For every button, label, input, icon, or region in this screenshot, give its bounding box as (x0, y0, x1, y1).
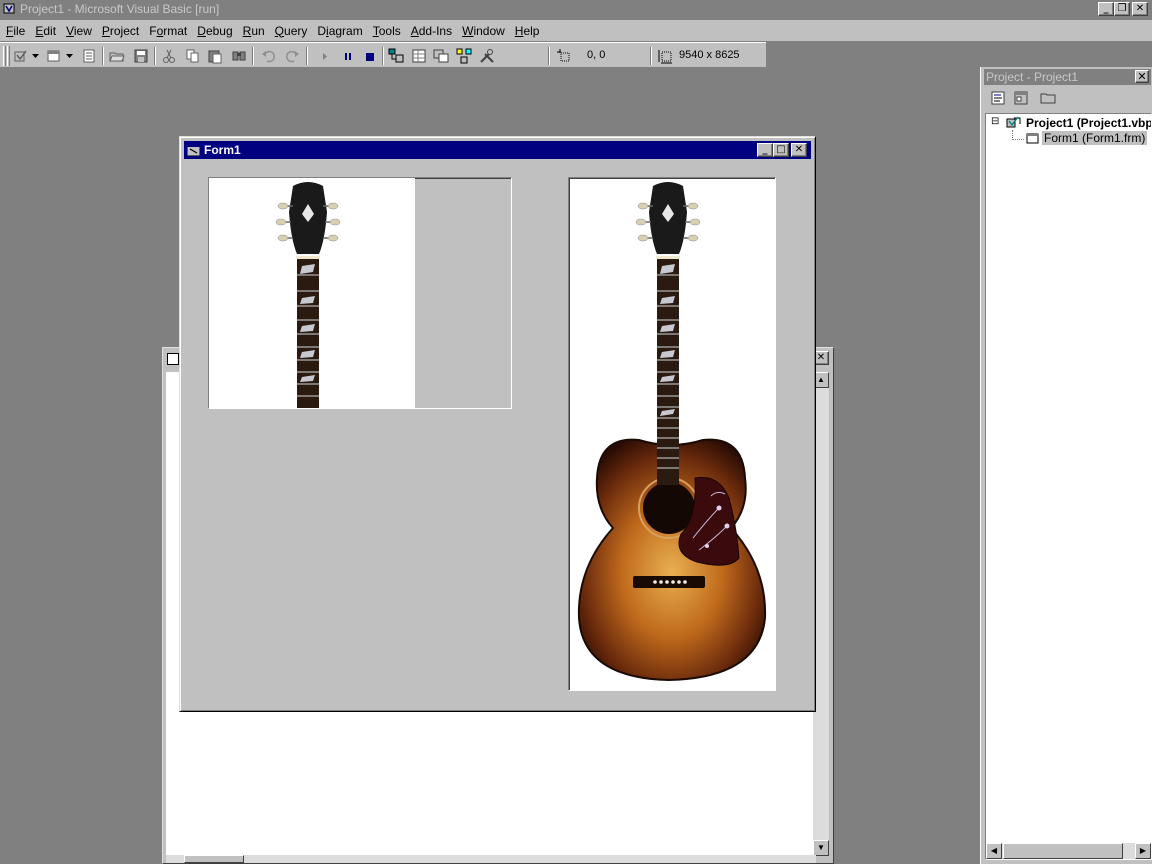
menu-format[interactable]: Format (145, 24, 193, 38)
menu-project[interactable]: Project (98, 24, 145, 38)
form1-title: Form1 (204, 143, 241, 157)
form1-maximize-button[interactable]: □ (773, 143, 789, 157)
cut-icon[interactable] (160, 47, 178, 65)
menu-window[interactable]: Window (458, 24, 511, 38)
end-icon[interactable] (361, 47, 379, 65)
scroll-right-icon[interactable]: ▶ (1135, 843, 1151, 859)
acoustic-guitar-image (577, 182, 767, 682)
visual-basic-app-icon (3, 2, 17, 16)
tree-expander-icon[interactable]: ⊟ (991, 116, 999, 127)
undo-icon[interactable] (260, 47, 278, 65)
menu-bar: File Edit View Project Format Debug Run … (0, 20, 1152, 41)
toolbar-grip[interactable] (3, 46, 6, 66)
form1-close-button[interactable]: ✕ (791, 143, 807, 157)
properties-window-icon[interactable] (410, 47, 428, 65)
menu-edit[interactable]: Edit (31, 24, 62, 38)
project-icon (1006, 116, 1021, 128)
position-readout: 0, 0 (587, 49, 606, 61)
scroll-thumb[interactable] (1003, 843, 1123, 859)
menu-editor-icon[interactable] (80, 47, 98, 65)
dropdown-arrow-icon[interactable] (64, 47, 74, 65)
picture-box-cropped[interactable] (208, 177, 512, 409)
main-title-bar[interactable]: Project1 - Microsoft Visual Basic [run] … (0, 0, 1152, 18)
menu-add-ins[interactable]: Add-Ins (407, 24, 458, 38)
menu-view[interactable]: View (62, 24, 98, 38)
minimize-button[interactable]: _ (1098, 2, 1114, 16)
restore-button[interactable]: ❐ (1114, 2, 1130, 16)
code-window-icon (167, 353, 179, 365)
form-icon (187, 144, 200, 156)
project-explorer-panel: Project - Project1 ✕ ⊟ Project1 (Project… (980, 67, 1152, 864)
scroll-down-icon[interactable]: ▼ (813, 840, 829, 856)
project-explorer-toolbar (985, 87, 1149, 111)
copy-icon[interactable] (184, 47, 202, 65)
position-icon (555, 47, 573, 65)
form-file-icon (1026, 133, 1039, 144)
menu-run[interactable]: Run (239, 24, 271, 38)
tree-project1[interactable]: Project1 (Project1.vbp) (1026, 116, 1151, 130)
app-title: Project1 - Microsoft Visual Basic [run] (20, 2, 220, 16)
project-explorer-icon[interactable] (387, 47, 405, 65)
project-tree[interactable]: ⊟ Project1 (Project1.vbp) Form1 (Form1.f… (985, 113, 1152, 860)
menu-query[interactable]: Query (271, 24, 314, 38)
add-form-icon[interactable] (45, 47, 63, 65)
scroll-left-icon[interactable]: ◀ (986, 843, 1002, 859)
close-button[interactable]: ✕ (1132, 2, 1148, 16)
toolbar-grip[interactable] (7, 46, 10, 66)
project-explorer-title-bar[interactable]: Project - Project1 ✕ (984, 69, 1151, 85)
project-explorer-title: Project - Project1 (986, 70, 1079, 84)
start-icon[interactable] (316, 47, 334, 65)
save-project-icon[interactable] (132, 47, 150, 65)
tree-form1[interactable]: Form1 (Form1.frm) (1042, 131, 1148, 145)
menu-debug[interactable]: Debug (193, 24, 238, 38)
form1-title-bar[interactable]: Form1 _ □ ✕ (184, 141, 811, 159)
size-icon (657, 47, 675, 65)
standard-toolbar: 0, 0 9540 x 8625 (0, 42, 766, 68)
object-browser-icon[interactable] (455, 47, 473, 65)
paste-icon[interactable] (206, 47, 224, 65)
add-project-icon[interactable] (12, 47, 30, 65)
menu-tools[interactable]: Tools (369, 24, 407, 38)
size-readout: 9540 x 8625 (679, 49, 740, 61)
menu-help[interactable]: Help (511, 24, 546, 38)
form1-minimize-button[interactable]: _ (757, 143, 773, 157)
picture-box-full[interactable] (568, 177, 776, 691)
form1-window[interactable]: Form1 _ □ ✕ (179, 136, 816, 712)
toolbox-icon[interactable] (478, 47, 496, 65)
find-icon[interactable] (230, 47, 248, 65)
break-icon[interactable] (339, 47, 357, 65)
tree-horizontal-scrollbar[interactable]: ◀ ▶ (986, 843, 1151, 859)
toggle-folders-icon[interactable] (1039, 89, 1057, 107)
guitar-neck-image (209, 178, 415, 408)
view-object-icon[interactable] (1012, 89, 1030, 107)
menu-file[interactable]: File (2, 24, 31, 38)
view-code-icon[interactable] (989, 89, 1007, 107)
menu-diagram[interactable]: Diagram (313, 24, 368, 38)
dropdown-arrow-icon[interactable] (30, 47, 40, 65)
code-horizontal-scrollbar[interactable] (166, 855, 816, 863)
redo-icon[interactable] (283, 47, 301, 65)
open-project-icon[interactable] (108, 47, 126, 65)
project-explorer-close-button[interactable]: ✕ (1135, 70, 1149, 83)
form-layout-icon[interactable] (432, 47, 450, 65)
scroll-thumb[interactable] (184, 855, 244, 863)
